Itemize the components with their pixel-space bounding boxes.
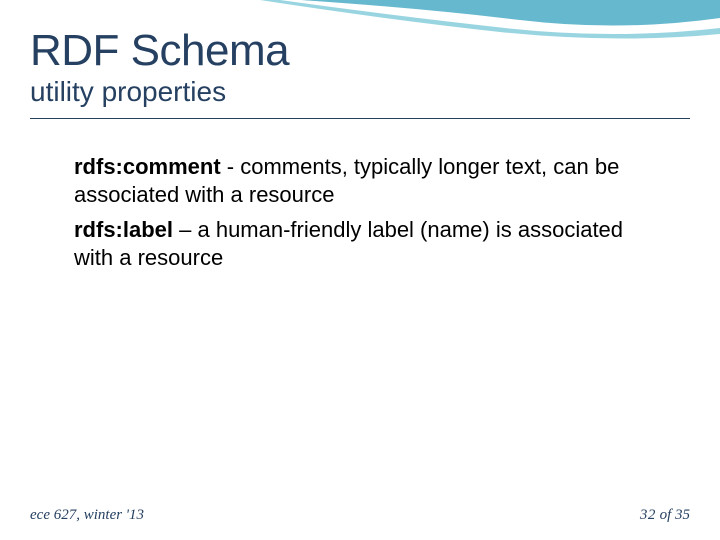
page-current: 32 — [640, 507, 656, 523]
body-item: rdfs:label – a human-friendly label (nam… — [74, 216, 640, 272]
page-total: 35 — [675, 507, 690, 523]
term: rdfs:label — [74, 217, 173, 242]
term: rdfs:comment — [74, 154, 221, 179]
footer-page: 32 of 35 — [640, 507, 690, 524]
slide: RDF Schema utility properties rdfs:comme… — [0, 0, 720, 540]
body-content: rdfs:comment - comments, typically longe… — [30, 153, 690, 272]
title-divider — [30, 118, 690, 119]
footer-course: ece 627, winter '13 — [30, 507, 144, 524]
body-item: rdfs:comment - comments, typically longe… — [74, 153, 640, 209]
slide-title: RDF Schema — [30, 28, 690, 74]
slide-subtitle: utility properties — [30, 76, 690, 108]
page-sep: of — [656, 507, 675, 523]
